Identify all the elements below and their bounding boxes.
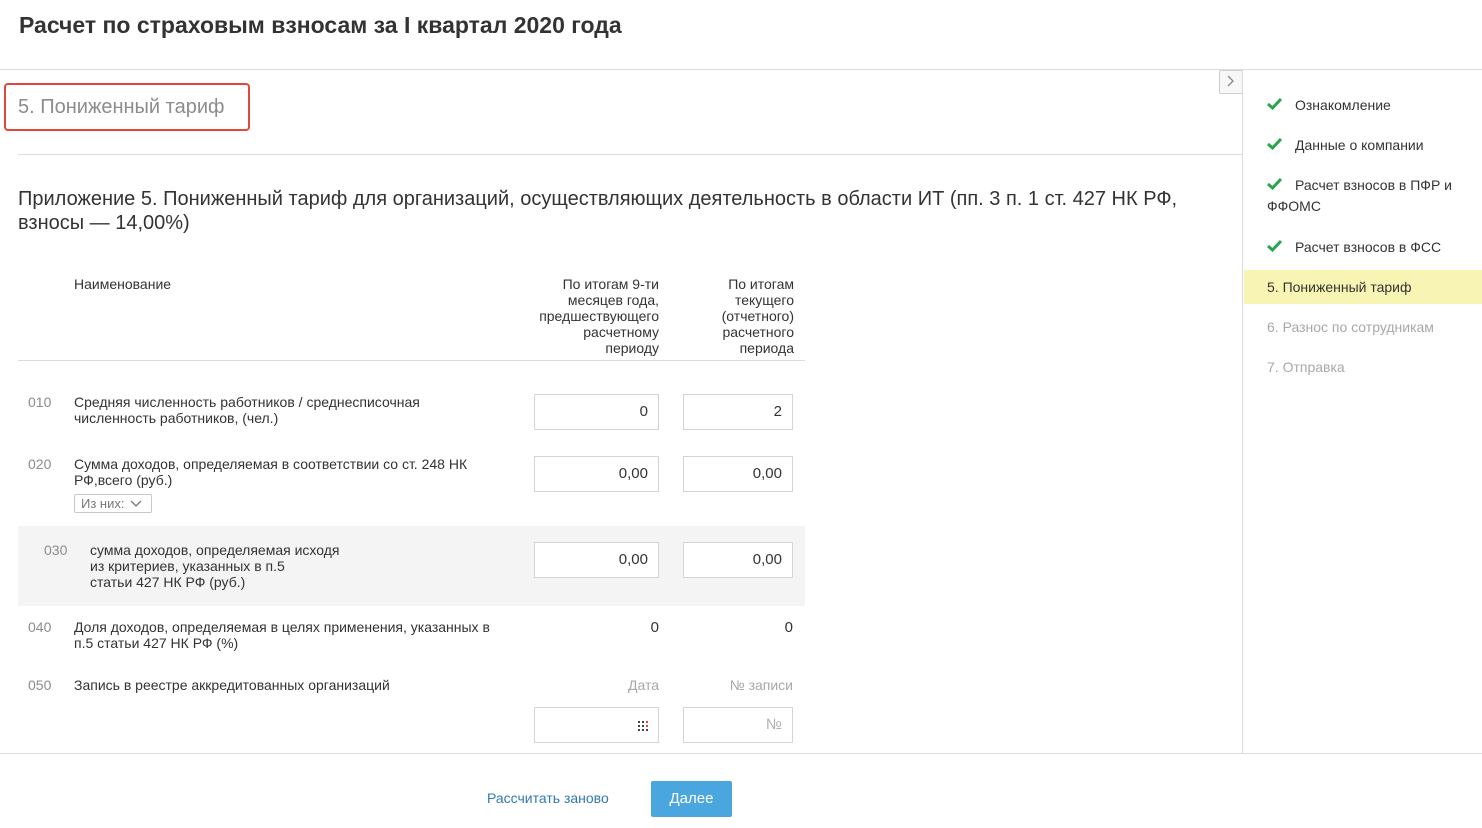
section-title: 5. Пониженный тариф [18, 96, 225, 118]
main-content: 5. Пониженный тариф Приложение 5. Пониже… [0, 70, 1242, 753]
steps-sidebar: Ознакомление Данные о компании Расчет вз… [1242, 70, 1482, 753]
column-header-previous-period: По итогам 9-ти месяцев года, предшествующе… [539, 276, 659, 356]
calendar-icon[interactable] [638, 721, 650, 731]
step-employees: 6. Разнос по сотрудникам [1267, 319, 1434, 335]
collapse-sidebar-button[interactable] [1219, 70, 1243, 94]
of-which-dropdown[interactable]: Из них: [74, 494, 152, 513]
employees-previous-input[interactable]: 0 [534, 394, 659, 430]
row-code: 040 [28, 619, 52, 635]
page-title: Расчет по страховым взносам за I квартал… [19, 12, 622, 38]
footer: Рассчитать заново Далее [0, 753, 1482, 828]
row-label: Сумма доходов, определяемая в соответств… [74, 456, 468, 488]
row-label: Доля доходов, определяемая в целях приме… [74, 619, 490, 651]
it-income-current-input[interactable]: 0,00 [683, 542, 793, 578]
step-fss[interactable]: Расчет взносов в ФСС [1244, 237, 1482, 258]
row-code: 020 [28, 456, 52, 472]
income-previous-input[interactable]: 0,00 [534, 456, 659, 492]
registry-number-input[interactable]: № [683, 707, 793, 743]
recalculate-link[interactable]: Рассчитать заново [487, 790, 609, 806]
it-income-previous-input[interactable]: 0,00 [534, 542, 659, 578]
income-current-input[interactable]: 0,00 [683, 456, 793, 492]
record-number-hint: № записи [729, 677, 793, 693]
page-header: Расчет по страховым взносам за I квартал… [0, 0, 1482, 70]
check-icon [1267, 135, 1283, 156]
date-hint: Дата [627, 677, 659, 693]
row-code: 050 [28, 677, 52, 693]
table-header-divider [18, 360, 805, 361]
check-icon [1267, 95, 1283, 116]
appendix-title: Приложение 5. Пониженный тариф для орган… [18, 188, 1178, 234]
divider [18, 154, 1242, 155]
step-send: 7. Отправка [1267, 359, 1345, 375]
income-share-previous: 0 [650, 619, 659, 636]
income-share-current: 0 [784, 619, 793, 636]
step-introduction[interactable]: Ознакомление [1244, 95, 1482, 116]
employees-current-input[interactable]: 2 [683, 394, 793, 430]
chevron-right-icon [1227, 74, 1235, 90]
next-button[interactable]: Далее [651, 781, 732, 817]
check-icon [1267, 237, 1283, 258]
row-label: Средняя численность работников / среднес… [74, 394, 420, 426]
check-icon [1267, 175, 1283, 196]
column-header-name: Наименование [74, 276, 172, 292]
column-header-current-period: По итогам текущего (отчетного) расчетного пе… [721, 276, 794, 356]
row-code: 010 [28, 394, 52, 410]
registry-date-input[interactable] [534, 707, 659, 743]
row-code: 030 [44, 542, 68, 558]
row-label: сумма доходов, определяемая исходя из кри… [90, 542, 340, 590]
step-pfr-foms[interactable]: Расчет взносов в ПФР и ФФОМС [1244, 175, 1482, 217]
row-label: Запись в реестре аккредитованных организ… [74, 677, 390, 693]
chevron-down-icon [130, 495, 142, 512]
step-company-data[interactable]: Данные о компании [1244, 135, 1482, 156]
step-reduced-tariff[interactable]: 5. Пониженный тариф [1244, 270, 1482, 304]
